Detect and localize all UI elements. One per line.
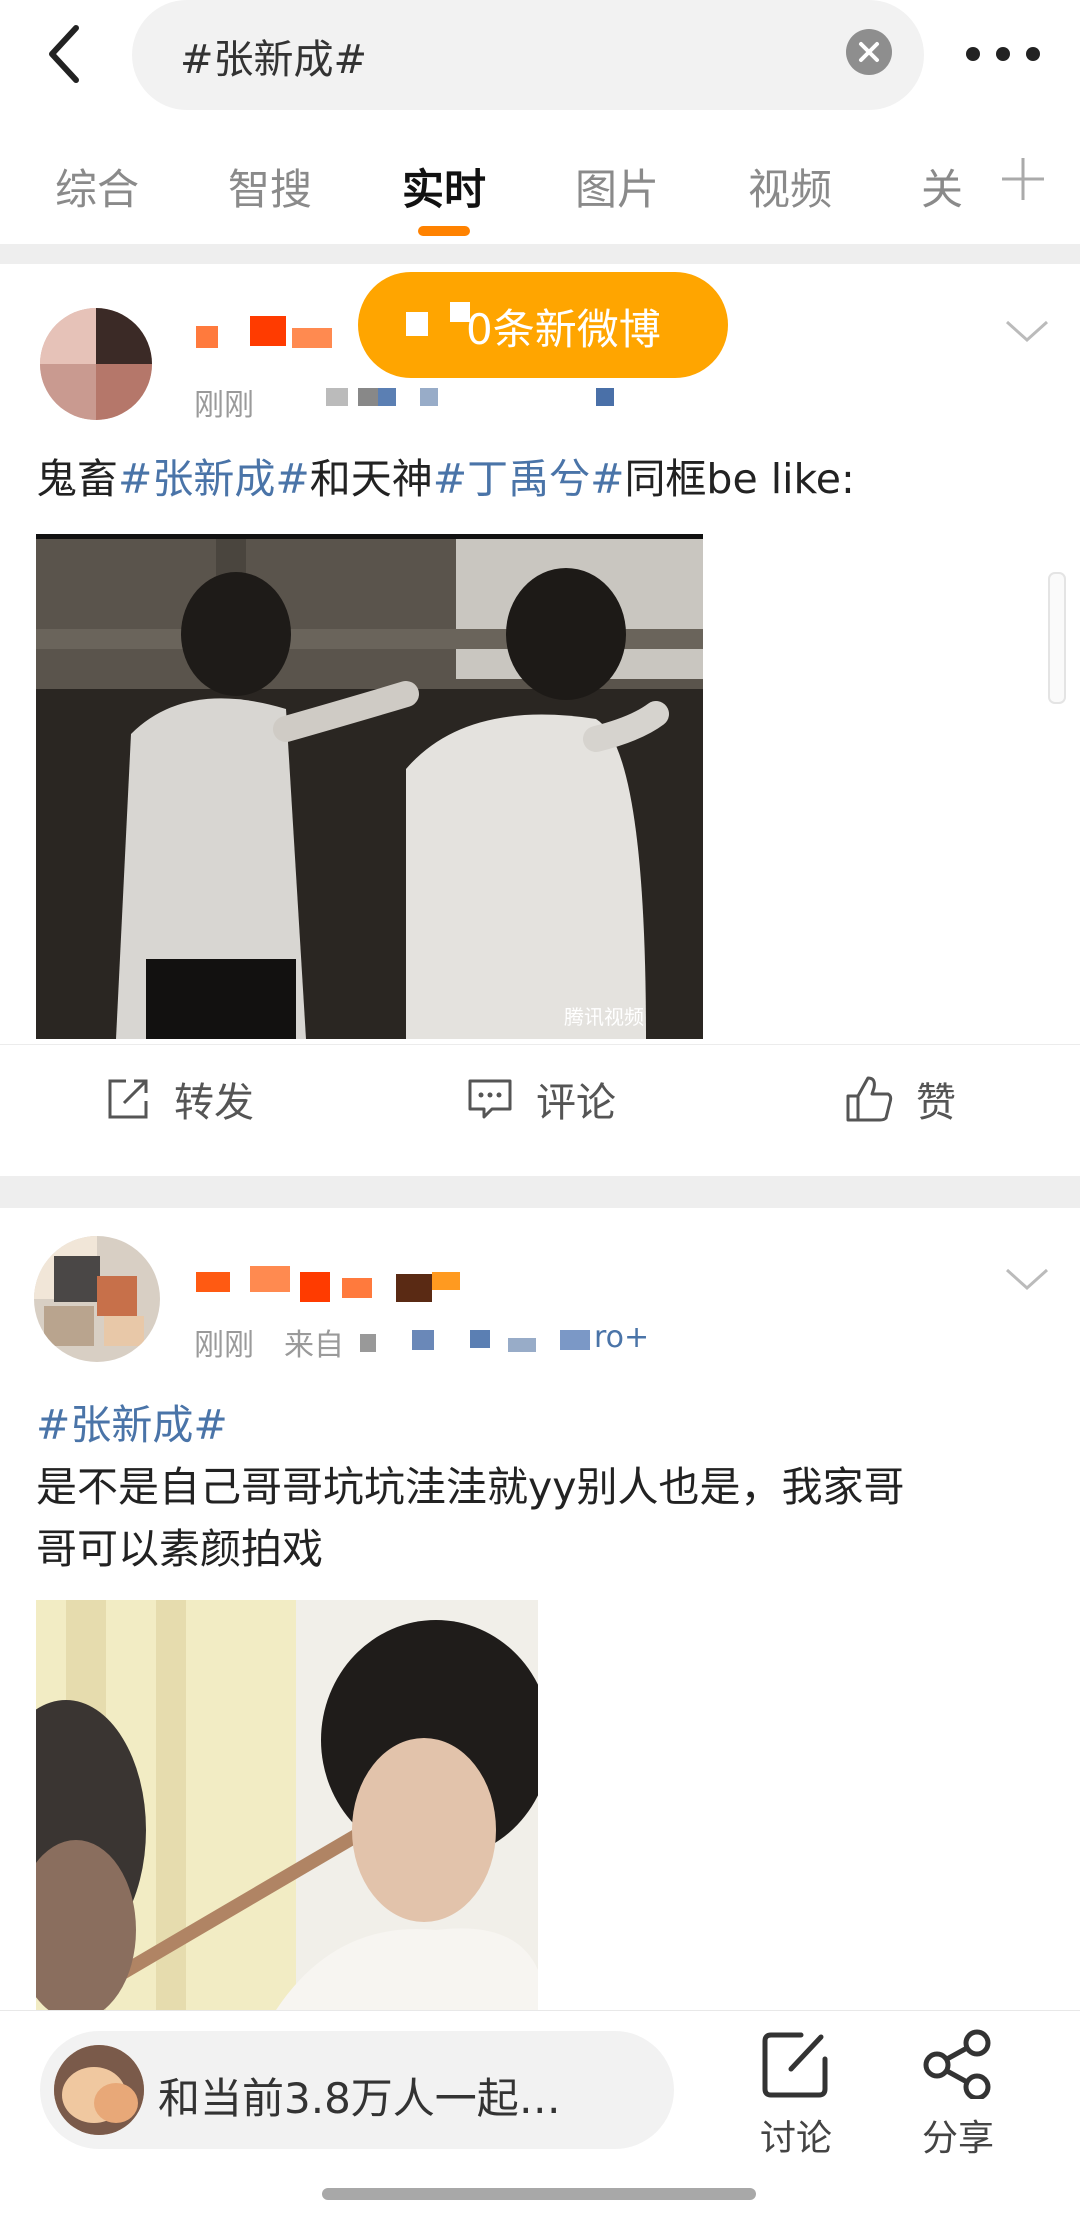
image-watermark: 腾讯视频 xyxy=(564,1005,644,1029)
repost-button[interactable]: 转发 xyxy=(104,1069,254,1129)
avatar[interactable] xyxy=(34,1236,160,1362)
repost-label: 转发 xyxy=(174,1080,254,1126)
share-label: 分享 xyxy=(921,2118,994,2159)
post-source-redacted xyxy=(360,1324,590,1360)
avatar xyxy=(54,2045,144,2135)
post-card: 刚刚 来自 ro+ #张新成# 是不是自己哥哥坑坑洼洼就yy别人也是，我家哥 哥… xyxy=(0,1208,1080,2010)
repost-icon xyxy=(108,1079,148,1119)
post-text: 鬼畜#张新成#和天神#丁禹兮#同框be like: xyxy=(36,455,855,503)
topic-link[interactable]: #张新成# xyxy=(118,455,310,503)
tab-comprehensive[interactable]: 综合 xyxy=(55,156,139,217)
compose-icon xyxy=(762,2032,828,2098)
post-text: #张新成# 是不是自己哥哥坑坑洼洼就yy别人也是，我家哥 哥可以素颜拍戏 xyxy=(36,1394,1056,1580)
more-dots-icon xyxy=(966,47,1040,61)
discuss-label: 讨论 xyxy=(759,2118,832,2159)
share-icon xyxy=(923,2029,991,2101)
add-tab-button[interactable] xyxy=(998,154,1048,204)
comment-button[interactable]: 评论 xyxy=(466,1069,616,1129)
home-indicator[interactable] xyxy=(322,2188,756,2200)
active-tab-indicator xyxy=(418,226,470,236)
chevron-down-icon xyxy=(1005,1268,1049,1291)
post-source-suffix: ro+ xyxy=(594,1320,650,1355)
top-bar: #张新成# xyxy=(0,0,1080,112)
comment-icon xyxy=(468,1079,512,1119)
like-label: 赞 xyxy=(916,1080,956,1126)
scroll-indicator[interactable] xyxy=(1048,572,1066,704)
post-card: 刚刚 0条新微博 鬼畜#张新成#和天神#丁禹兮#同框be like: 腾讯视频 … xyxy=(0,264,1080,1180)
chevron-left-icon xyxy=(49,25,79,83)
image-content xyxy=(36,539,703,1039)
post-image[interactable] xyxy=(36,1600,538,2010)
section-divider xyxy=(0,1176,1080,1208)
post-source-redacted xyxy=(280,382,620,412)
topic-link[interactable]: #张新成# xyxy=(36,1394,1056,1456)
thumbs-up-icon xyxy=(846,1076,893,1122)
discuss-button[interactable]: 讨论 xyxy=(746,2029,846,2161)
tab-videos[interactable]: 视频 xyxy=(748,156,832,217)
post-action-bar: 转发 评论 赞 xyxy=(0,1044,1080,1153)
username-redacted[interactable] xyxy=(196,1256,466,1302)
plus-icon xyxy=(1002,158,1044,200)
search-input[interactable]: #张新成# xyxy=(132,0,924,110)
post-time: 刚刚 xyxy=(194,1328,254,1363)
tab-smart-search[interactable]: 智搜 xyxy=(228,156,312,217)
post-image[interactable]: 腾讯视频 xyxy=(36,534,703,1039)
clear-search-button[interactable] xyxy=(846,29,892,75)
avatar[interactable] xyxy=(40,308,152,420)
post-source-prefix: 来自 xyxy=(284,1328,344,1363)
like-button[interactable]: 赞 xyxy=(844,1069,956,1129)
tab-follow[interactable]: 关 xyxy=(921,156,963,217)
section-divider xyxy=(0,244,1080,264)
post-time: 刚刚 xyxy=(194,388,254,423)
post-menu-button[interactable] xyxy=(1003,1264,1051,1294)
search-query: #张新成# xyxy=(180,37,368,83)
join-discussion-button[interactable]: 和当前3.8万人一起… xyxy=(40,2031,674,2149)
tab-images[interactable]: 图片 xyxy=(575,156,659,217)
more-options-button[interactable] xyxy=(955,24,1051,84)
tab-bar: 综合 智搜 实时 图片 视频 关 xyxy=(0,140,1080,250)
tab-realtime[interactable]: 实时 xyxy=(402,156,486,217)
topic-link[interactable]: #丁禹兮# xyxy=(433,455,625,503)
share-button[interactable]: 分享 xyxy=(908,2029,1008,2161)
post-menu-button[interactable] xyxy=(1003,316,1051,346)
close-icon xyxy=(859,42,879,62)
new-posts-toast[interactable]: 0条新微博 xyxy=(358,272,728,378)
toast-text: 0条新微博 xyxy=(466,305,661,354)
join-discussion-text: 和当前3.8万人一起… xyxy=(158,2074,561,2123)
image-content xyxy=(36,1600,538,2010)
back-button[interactable] xyxy=(30,18,102,90)
chevron-down-icon xyxy=(1005,320,1049,343)
comment-label: 评论 xyxy=(536,1080,616,1126)
